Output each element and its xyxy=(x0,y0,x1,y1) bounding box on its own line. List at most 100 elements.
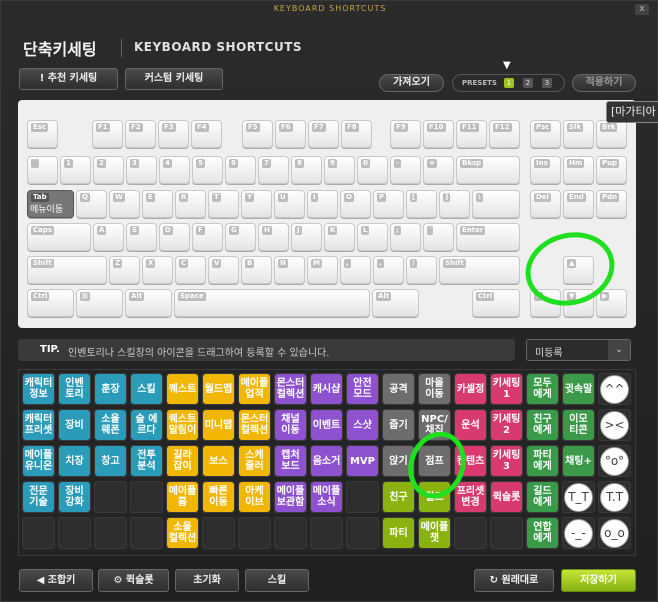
shortcut-icon[interactable]: 친구 에게 xyxy=(527,410,558,440)
shortcut-icon[interactable]: 월드맵 xyxy=(203,374,234,404)
skill-slot[interactable] xyxy=(130,517,163,549)
skill-slot[interactable]: 카셀정 xyxy=(454,373,487,405)
key-W[interactable]: W xyxy=(109,190,140,218)
skill-slot[interactable] xyxy=(310,517,343,549)
key-Z[interactable]: Z xyxy=(109,256,140,284)
shortcut-icon[interactable]: 길라 잡이 xyxy=(167,446,198,476)
close-icon[interactable]: x xyxy=(635,4,649,15)
shortcut-icon[interactable]: 전투 분석 xyxy=(131,446,162,476)
shortcut-icon[interactable]: 캐릭터 정보 xyxy=(23,374,54,404)
shortcut-icon[interactable]: 인벤 토리 xyxy=(59,374,90,404)
key-/[interactable]: / xyxy=(406,256,437,284)
shortcut-icon[interactable]: 퀘스트 xyxy=(167,374,198,404)
key-[[interactable]: [ xyxy=(406,190,437,218)
key-C[interactable]: C xyxy=(175,256,206,284)
shortcut-icon[interactable]: 훈장 xyxy=(95,374,126,404)
skill-slot[interactable] xyxy=(454,517,487,549)
shortcut-icon[interactable]: 장비 xyxy=(59,410,90,440)
shortcut-icon[interactable]: MVP xyxy=(347,446,378,476)
key-=[interactable]: = xyxy=(423,156,454,184)
skill-slot[interactable]: 채팅+ xyxy=(562,445,595,477)
skill-slot[interactable]: 길드 에게 xyxy=(526,481,559,513)
key-0[interactable]: 0 xyxy=(357,156,388,184)
shortcut-icon[interactable]: 줍기 xyxy=(383,410,414,440)
skill-slot[interactable]: 음소거 xyxy=(310,445,343,477)
shortcut-icon[interactable]: 스케 줄러 xyxy=(239,446,270,476)
shortcut-icon[interactable]: 모두 에게 xyxy=(527,374,558,404)
skill-slot[interactable]: 키세팅 1 xyxy=(490,373,523,405)
shortcut-icon[interactable]: 이벤트 xyxy=(311,410,342,440)
skill-slot[interactable]: MVP xyxy=(346,445,379,477)
preset-3-button[interactable]: 3 xyxy=(542,78,552,88)
key-Enter[interactable]: Enter xyxy=(456,223,520,251)
shortcut-icon[interactable]: 장비 강화 xyxy=(59,482,90,512)
shortcut-icon[interactable]: 미니맵 xyxy=(203,410,234,440)
skill-slot[interactable]: 메이플 보관함 xyxy=(274,481,307,513)
key-F6[interactable]: F6 xyxy=(275,120,306,148)
key-F12[interactable]: F12 xyxy=(489,120,520,148)
skill-slot[interactable]: 빠른 이동 xyxy=(202,481,235,513)
key-Y[interactable]: Y xyxy=(241,190,272,218)
skill-slot[interactable]: 메이플 업적 xyxy=(238,373,271,405)
key-3[interactable]: 3 xyxy=(126,156,157,184)
skill-slot[interactable]: 메이플 소식 xyxy=(310,481,343,513)
restore-default-button[interactable]: ↻ 원래대로 xyxy=(474,569,554,592)
key-D[interactable]: D xyxy=(159,223,190,251)
skill-slot[interactable]: 장비 강화 xyxy=(58,481,91,513)
key-G[interactable]: G xyxy=(225,223,256,251)
combo-key-button[interactable]: ◀ 조합키 xyxy=(19,569,93,592)
skill-slot[interactable]: ^^ xyxy=(598,373,631,405)
key-F4[interactable]: F4 xyxy=(191,120,222,148)
skill-slot[interactable]: 스킬 xyxy=(130,373,163,405)
shortcut-icon[interactable]: 전문 기술 xyxy=(23,482,54,512)
skill-slot[interactable]: 전투 분석 xyxy=(130,445,163,477)
shortcut-icon[interactable]: 연합 에게 xyxy=(527,518,558,548)
key-L[interactable]: L xyxy=(357,223,388,251)
key-'[interactable]: ' xyxy=(423,223,454,251)
shortcut-icon[interactable]: 스샷 xyxy=(347,410,378,440)
key-Shift[interactable]: Shift xyxy=(27,256,107,284)
shortcut-icon[interactable]: 치장 xyxy=(59,446,90,476)
skill-slot[interactable]: 장비 xyxy=(58,409,91,441)
skill-slot[interactable]: 안전 모드 xyxy=(346,373,379,405)
shortcut-icon[interactable]: 마을 이동 xyxy=(419,374,450,404)
key-F5[interactable]: F5 xyxy=(242,120,273,148)
custom-keyset-button[interactable]: 커스텀 키세팅 xyxy=(125,68,223,90)
key-U[interactable]: U xyxy=(274,190,305,218)
skill-slot[interactable]: 연합 에게 xyxy=(526,517,559,549)
skill-slot[interactable]: 캐릭터 정보 xyxy=(22,373,55,405)
shortcut-icon[interactable]: 몬스터 컬렉션 xyxy=(275,374,306,404)
shortcut-icon[interactable]: 메이플 유니온 xyxy=(23,446,54,476)
skill-slot[interactable] xyxy=(274,517,307,549)
reset-button[interactable]: 초기화 xyxy=(175,569,239,592)
key-Alt[interactable]: Alt xyxy=(372,289,419,317)
key-F10[interactable]: F10 xyxy=(423,120,454,148)
shortcut-icon[interactable]: 퀵슬롯 xyxy=(491,482,522,512)
key-I[interactable]: I xyxy=(307,190,338,218)
quickslot-button[interactable]: ⚙ 퀵슬롯 xyxy=(98,569,169,592)
key-1[interactable]: 1 xyxy=(60,156,91,184)
key-P[interactable]: P xyxy=(373,190,404,218)
key-Hm[interactable]: Hm xyxy=(563,156,594,184)
key-M[interactable]: M xyxy=(307,256,338,284)
shortcut-icon[interactable]: 카셀정 xyxy=(455,374,486,404)
preset-1-button[interactable]: 1 xyxy=(504,78,514,88)
key--[interactable]: - xyxy=(390,156,421,184)
key-T[interactable]: T xyxy=(208,190,239,218)
skill-slot[interactable]: 운석 xyxy=(454,409,487,441)
skill-slot[interactable]: 메이플 유니온 xyxy=(22,445,55,477)
key-Alt[interactable]: Alt xyxy=(125,289,172,317)
key-.[interactable]: . xyxy=(373,256,404,284)
shortcut-icon[interactable]: 퀘스트 알림이 xyxy=(167,410,198,440)
key-Caps[interactable]: Caps xyxy=(27,223,91,251)
key-4[interactable]: 4 xyxy=(159,156,190,184)
skill-slot[interactable]: 소울 웨폰 xyxy=(94,409,127,441)
skill-slot[interactable] xyxy=(130,481,163,513)
shortcut-icon[interactable]: 프리셋 변경 xyxy=(455,482,486,512)
key-B[interactable]: B xyxy=(241,256,272,284)
key-E[interactable]: E xyxy=(142,190,173,218)
key-Pup[interactable]: Pup xyxy=(596,156,627,184)
skill-slot[interactable]: 채널 이동 xyxy=(274,409,307,441)
skill-slot[interactable]: 전문 기술 xyxy=(22,481,55,513)
skill-slot[interactable]: 파티 에게 xyxy=(526,445,559,477)
